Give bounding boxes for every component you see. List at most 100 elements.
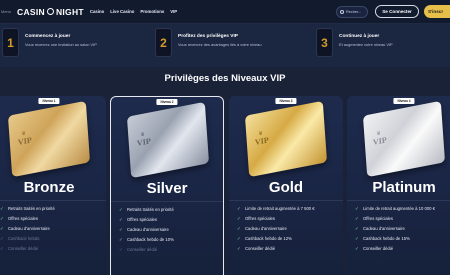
benefit-item: ✓ Offres spéciales	[0, 216, 102, 221]
check-icon: ✓	[0, 236, 4, 241]
step-number: 2	[155, 28, 172, 57]
divider	[229, 200, 343, 201]
benefit-item: ✓ Cadeau d'anniversaire	[355, 226, 450, 231]
benefit-item: ✓ Conseiller dédié	[0, 246, 102, 251]
tier-name: Platinum	[372, 179, 436, 196]
logo-text-left: CASIN	[17, 6, 45, 17]
benefit-label: Offres spéciales	[245, 216, 275, 221]
check-icon: ✓	[119, 227, 123, 232]
check-icon: ✓	[0, 226, 4, 231]
check-icon: ✓	[355, 236, 359, 241]
search-input[interactable]: Recher...	[336, 6, 368, 18]
benefit-item: ✓ Cadeau d'anniversaire	[119, 227, 219, 232]
vip-card-text: VIP	[136, 136, 151, 148]
benefit-label: Cadeau d'anniversaire	[127, 227, 169, 232]
tier-badge: Niveau 3	[275, 98, 297, 104]
step-number: 1	[2, 28, 19, 57]
check-icon: ✓	[237, 216, 241, 221]
vip-tier-card-bronze[interactable]: Niveau 1 ♛ VIP Bronze ✓ Retraits traités …	[0, 96, 106, 275]
login-button[interactable]: Se Connecter	[375, 5, 419, 18]
benefit-label: Limite de retrait augmentée à 7 500 €	[245, 206, 315, 211]
check-icon: ✓	[119, 237, 123, 242]
benefit-item: ✓ Retraits traités en priorité	[0, 206, 102, 211]
logo[interactable]: CASIN NIGHT	[17, 7, 84, 17]
step-description: Et augmentez votre niveau VIP	[339, 42, 393, 47]
check-icon: ✓	[119, 217, 123, 222]
bronze-vip-card-image: ♛ VIP	[7, 100, 91, 178]
divider	[111, 201, 223, 202]
benefit-item: ✓ Conseiller dédié	[355, 246, 450, 251]
benefit-label: Cadeau d'anniversaire	[363, 226, 405, 231]
search-placeholder: Recher...	[346, 10, 362, 14]
benefit-label: Offres spéciales	[363, 216, 393, 221]
check-icon: ✓	[355, 246, 359, 251]
vip-tier-card-gold[interactable]: Niveau 3 ♛ VIP Gold ✓ Limite de retrait a…	[229, 96, 343, 275]
benefit-item: ✓ Cashback hebdo de 12%	[237, 236, 339, 241]
benefit-item: ✓ Cashback hebdo	[0, 236, 102, 241]
benefit-label: Retraits traités en priorité	[8, 206, 55, 211]
benefit-label: Cashback hebdo de 10%	[127, 237, 174, 242]
benefit-item: ✓ Offres spéciales	[119, 217, 219, 222]
benefit-list: ✓ Limite de retrait augmentée à 10 000 € …	[355, 206, 450, 256]
benefit-list: ✓ Retraits traités en priorité ✓ Offres sp…	[0, 206, 102, 256]
benefit-item: ✓ Offres spéciales	[355, 216, 450, 221]
benefit-item: ✓ Limite de retrait augmentée à 10 000 €	[355, 206, 450, 211]
check-icon: ✓	[0, 246, 4, 251]
step-3: 3 Continuez à jouer Et augmentez votre n…	[316, 28, 393, 58]
tier-name: Silver	[146, 180, 188, 197]
vip-tier-card-platinum[interactable]: Niveau 4 ♛ VIP Platinum ✓ Limite de retra…	[347, 96, 450, 275]
tier-name: Gold	[268, 179, 304, 196]
benefit-item: ✓ Cadeau d'anniversaire	[0, 226, 102, 231]
benefit-label: Cashback hebdo de 12%	[245, 236, 292, 241]
section-title: Privilèges des Niveaux VIP	[164, 73, 286, 84]
benefit-item: ✓ Offres spéciales	[237, 216, 339, 221]
menu-button[interactable]: Menu	[1, 9, 15, 14]
benefit-label: Offres spéciales	[8, 216, 38, 221]
nav-casino[interactable]: Casino	[90, 9, 104, 14]
search-icon	[340, 10, 344, 14]
check-icon: ✓	[355, 226, 359, 231]
check-icon: ✓	[119, 247, 123, 252]
benefit-item: ✓ Conseiller dédié	[119, 247, 219, 252]
signup-button[interactable]: S'inscr	[424, 5, 450, 18]
benefit-item: ✓ Conseiller dédié	[237, 246, 339, 251]
benefit-item: ✓ Limite de retrait augmentée à 7 500 €	[237, 206, 339, 211]
benefit-label: Cadeau d'anniversaire	[245, 226, 287, 231]
divider	[0, 200, 106, 201]
step-2: 2 Profitez des privilèges VIP Vous recev…	[155, 28, 261, 58]
benefit-item: ✓ Cashback hebdo de 15%	[355, 236, 450, 241]
silver-vip-card-image: ♛ VIP	[126, 101, 210, 179]
check-icon: ✓	[0, 216, 4, 221]
benefit-item: ✓ Cashback hebdo de 10%	[119, 237, 219, 242]
vip-card-text: VIP	[254, 135, 269, 147]
vip-card-text: VIP	[372, 135, 387, 147]
check-icon: ✓	[237, 226, 241, 231]
steps-section: 1 Commencez à jouer Vous recevrez une in…	[0, 24, 450, 67]
platinum-vip-card-image: ♛ VIP	[362, 100, 446, 178]
check-icon: ✓	[0, 206, 4, 211]
benefit-label: Conseiller dédié	[127, 247, 158, 252]
top-nav-bar: Menu CASIN NIGHT Casino Live Casino Prom…	[0, 0, 450, 24]
check-icon: ✓	[237, 246, 241, 251]
benefit-label: Offres spéciales	[127, 217, 157, 222]
step-description: Vous recevrez une invitation au salon VI…	[25, 42, 97, 47]
gold-vip-card-image: ♛ VIP	[244, 100, 328, 178]
step-1: 1 Commencez à jouer Vous recevrez une in…	[2, 28, 97, 58]
benefit-label: Conseiller dédié	[363, 246, 394, 251]
nav-vip[interactable]: VIP	[170, 9, 177, 14]
tier-name: Bronze	[23, 179, 75, 196]
nav-promotions[interactable]: Promotions	[140, 9, 164, 14]
nav-live-casino[interactable]: Live Casino	[110, 9, 134, 14]
vip-tier-card-silver[interactable]: Niveau 2 ♛ VIP Silver ✓ Retraits traités …	[110, 96, 224, 275]
benefit-label: Cashback hebdo de 15%	[363, 236, 410, 241]
step-number: 3	[316, 28, 333, 57]
benefit-label: Conseiller dédié	[245, 246, 276, 251]
benefit-item: ✓ Cadeau d'anniversaire	[237, 226, 339, 231]
tier-badge: Niveau 1	[38, 98, 60, 104]
step-description: Vous recevrez des avantages liés à votre…	[178, 42, 262, 47]
benefit-list: ✓ Retraits traités en priorité ✓ Offres sp…	[119, 207, 219, 257]
benefit-label: Retraits traités en priorité	[127, 207, 174, 212]
check-icon: ✓	[237, 236, 241, 241]
benefit-label: Cadeau d'anniversaire	[8, 226, 50, 231]
vip-card-text: VIP	[17, 135, 32, 147]
